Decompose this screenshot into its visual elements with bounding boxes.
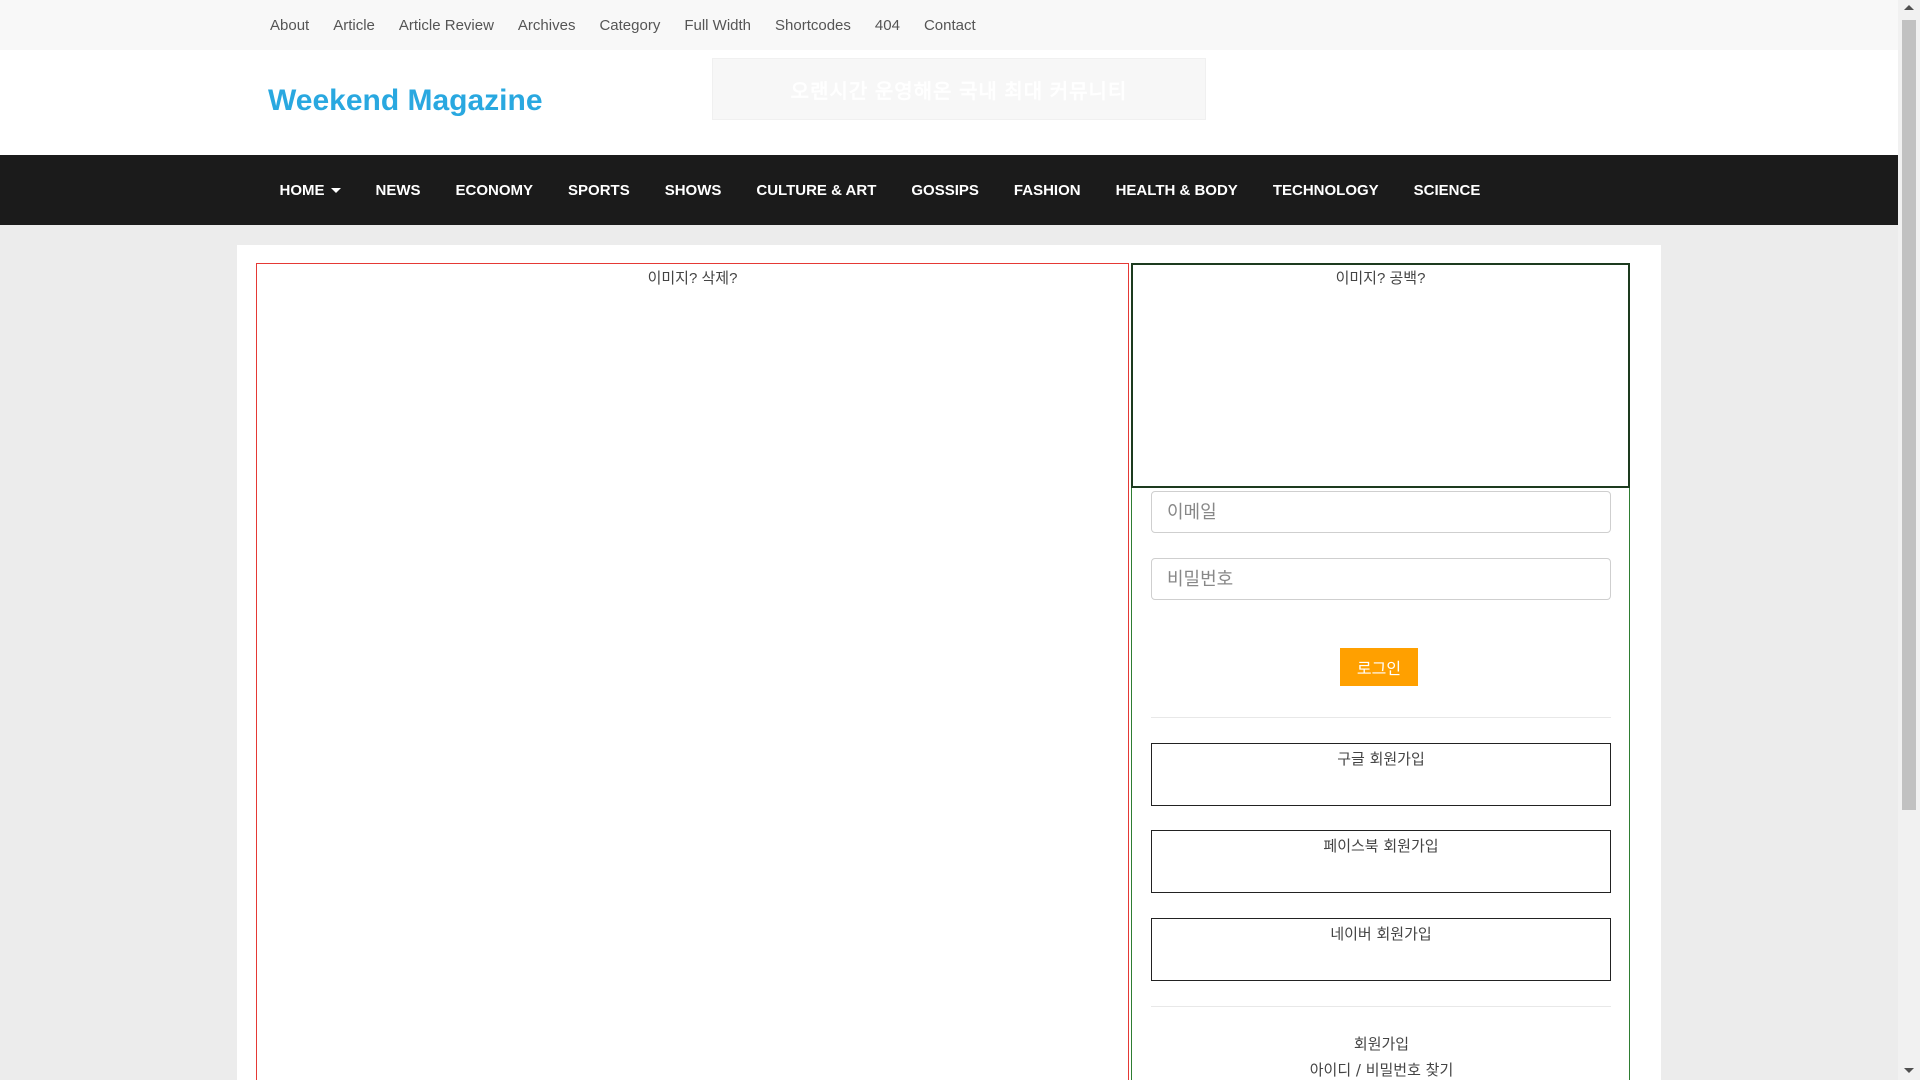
site-header: Weekend Magazine 오랜시간 운영해온 국내 최대 커뮤니티 <box>0 50 1898 155</box>
top-nav-contact[interactable]: Contact <box>924 17 976 34</box>
header-banner[interactable]: 오랜시간 운영해온 국내 최대 커뮤니티 <box>712 58 1206 120</box>
top-nav-shortcodes[interactable]: Shortcodes <box>775 17 851 34</box>
top-nav-archives[interactable]: Archives <box>518 17 576 34</box>
login-panel: 이미지? 공백? 로그인 구글 회원가입 페이스북 회원가입 네이버 회원가입 … <box>1131 263 1630 1080</box>
main-nav-technology[interactable]: TECHNOLOGY <box>1255 182 1396 199</box>
password-input[interactable] <box>1151 558 1611 600</box>
left-image-panel: 이미지? 삭제? <box>256 263 1129 1080</box>
email-input[interactable] <box>1151 491 1611 533</box>
main-nav-sports[interactable]: SPORTS <box>551 182 648 199</box>
page-scrollbar[interactable] <box>1898 0 1920 1080</box>
main-nav-health-body[interactable]: HEALTH & BODY <box>1098 182 1255 199</box>
google-signup-button[interactable]: 구글 회원가입 <box>1151 743 1611 806</box>
left-panel-caption: 이미지? 삭제? <box>647 270 738 287</box>
naver-signup-button[interactable]: 네이버 회원가입 <box>1151 918 1611 981</box>
main-nav: HOME NEWS ECONOMY SPORTS SHOWS CULTURE &… <box>0 155 1898 225</box>
main-nav-economy[interactable]: ECONOMY <box>438 182 551 199</box>
login-button[interactable]: 로그인 <box>1340 648 1418 686</box>
scroll-up-icon[interactable] <box>1904 5 1914 10</box>
main-nav-news[interactable]: NEWS <box>358 182 438 199</box>
top-nav-article-review[interactable]: Article Review <box>399 17 494 34</box>
divider <box>1151 717 1611 718</box>
top-nav-about[interactable]: About <box>270 17 309 34</box>
main-nav-shows[interactable]: SHOWS <box>647 182 739 199</box>
top-nav-404[interactable]: 404 <box>875 17 900 34</box>
site-brand[interactable]: Weekend Magazine <box>268 84 543 118</box>
divider <box>1151 1006 1611 1007</box>
find-account-link[interactable]: 아이디 / 비밀번호 찾기 <box>1132 1059 1631 1080</box>
top-nav-category[interactable]: Category <box>599 17 660 34</box>
top-bar: About Article Article Review Archives Ca… <box>0 0 1898 50</box>
top-nav-article[interactable]: Article <box>333 17 375 34</box>
top-nav: About Article Article Review Archives Ca… <box>258 0 988 50</box>
main-nav-fashion[interactable]: FASHION <box>996 182 1098 199</box>
right-image-caption: 이미지? 공백? <box>1335 270 1426 287</box>
main-nav-gossips[interactable]: GOSSIPS <box>894 182 997 199</box>
right-image-box: 이미지? 공백? <box>1131 263 1630 488</box>
scroll-thumb[interactable] <box>1902 20 1916 810</box>
signup-link[interactable]: 회원가입 <box>1132 1033 1631 1054</box>
main-nav-culture-art[interactable]: CULTURE & ART <box>739 182 894 199</box>
scroll-down-icon[interactable] <box>1904 1068 1914 1073</box>
page: About Article Article Review Archives Ca… <box>0 0 1920 1080</box>
main-nav-home[interactable]: HOME <box>262 182 358 199</box>
main-nav-inner: HOME NEWS ECONOMY SPORTS SHOWS CULTURE &… <box>262 155 1498 225</box>
facebook-signup-button[interactable]: 페이스북 회원가입 <box>1151 830 1611 893</box>
content-area: 이미지? 삭제? 이미지? 공백? 로그인 구글 회원가입 페이스북 회원가입 … <box>237 245 1661 1080</box>
main-nav-science[interactable]: SCIENCE <box>1396 182 1498 199</box>
caret-down-icon <box>330 187 341 193</box>
top-nav-full-width[interactable]: Full Width <box>684 17 751 34</box>
main-nav-home-label: HOME <box>279 181 325 199</box>
